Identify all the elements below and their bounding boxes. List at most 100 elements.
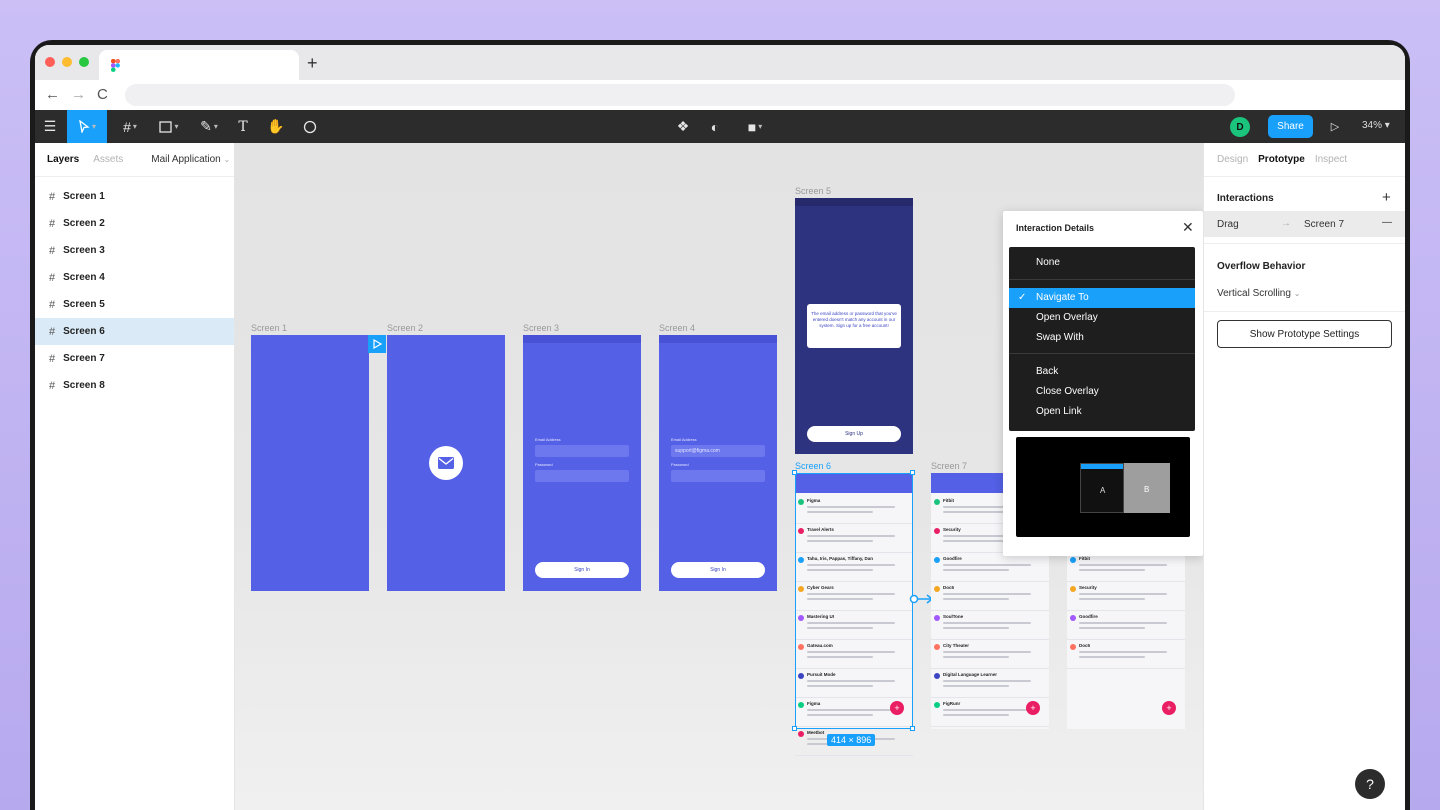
close-icon[interactable]: ✕ (1182, 219, 1194, 236)
email-field[interactable] (535, 445, 629, 457)
sign-in-button[interactable]: Sign In (535, 562, 629, 578)
present-play-icon[interactable]: ▷ (1327, 110, 1343, 143)
interaction-details-popup: Interaction Details ✕ None ✓ Navigate To … (1003, 211, 1203, 556)
tab-layers[interactable]: Layers (47, 154, 79, 165)
list-item[interactable]: Doc5 (1067, 640, 1185, 669)
resize-handle[interactable] (792, 726, 797, 731)
main-menu-icon[interactable]: ☰ (39, 110, 61, 143)
action-dropdown-menu: None ✓ Navigate To Open Overlay Swap With… (1009, 247, 1195, 431)
list-item[interactable]: Digital Language Learner (931, 669, 1049, 698)
right-panel-tabs: Design Prototype Inspect (1204, 143, 1405, 177)
selection-outline (795, 473, 913, 729)
maximize-window-button[interactable] (79, 57, 89, 67)
preview-line (943, 714, 1009, 716)
frame-screen-2[interactable] (387, 335, 505, 591)
contrast-icon[interactable]: ◐ (705, 110, 725, 143)
close-window-button[interactable] (45, 57, 55, 67)
move-tool-icon[interactable]: ▾ (67, 110, 107, 143)
resize-handle[interactable] (910, 726, 915, 731)
list-item[interactable]: Security (1067, 582, 1185, 611)
back-arrow-icon[interactable]: ← (45, 86, 60, 103)
list-item[interactable]: City Theater (931, 640, 1049, 669)
address-bar[interactable] (125, 84, 1235, 106)
menu-item-back[interactable]: Back (1009, 362, 1195, 382)
list-item[interactable]: SoulTone (931, 611, 1049, 640)
menu-item-close-overlay[interactable]: Close Overlay (1009, 382, 1195, 402)
preview-frame-b: B (1124, 463, 1170, 513)
preview-line (943, 651, 1031, 653)
prototype-start-icon[interactable] (368, 335, 386, 353)
password-field[interactable] (535, 470, 629, 482)
tab-prototype[interactable]: Prototype (1258, 154, 1305, 165)
list-item[interactable]: Goodfire (931, 553, 1049, 582)
sender-name: Fitbit (1079, 556, 1090, 561)
layer-screen-1[interactable]: # Screen 1 (35, 183, 234, 210)
layer-screen-4[interactable]: # Screen 4 (35, 264, 234, 291)
show-prototype-settings-button[interactable]: Show Prototype Settings (1217, 320, 1392, 348)
sign-up-button[interactable]: Sign Up (807, 426, 901, 442)
hand-tool-icon[interactable]: ✋ (265, 110, 287, 143)
divider (1204, 243, 1405, 244)
page-selector[interactable]: Mail Application ⌄ (151, 154, 230, 165)
reload-icon[interactable]: C (97, 86, 108, 103)
text-tool-icon[interactable]: T (233, 110, 253, 143)
trigger-label[interactable]: Drag (1217, 219, 1239, 230)
tab-inspect[interactable]: Inspect (1315, 154, 1347, 165)
resize-handle[interactable] (792, 470, 797, 475)
frame-screen-3[interactable]: Email Address Password Sign In (523, 335, 641, 591)
frame-screen-1[interactable] (251, 335, 369, 591)
menu-item-navigate-to[interactable]: ✓ Navigate To (1009, 288, 1195, 308)
minimize-window-button[interactable] (62, 57, 72, 67)
layer-screen-7[interactable]: # Screen 7 (35, 345, 234, 372)
list-item[interactable]: Goodfire (1067, 611, 1185, 640)
layer-screen-6[interactable]: # Screen 6 (35, 318, 234, 345)
layer-screen-2[interactable]: # Screen 2 (35, 210, 234, 237)
tab-assets[interactable]: Assets (93, 154, 123, 165)
pen-tool-icon[interactable]: ✎ ▾ (193, 110, 225, 143)
frame-screen-4[interactable]: Email Address support@figma.com Password… (659, 335, 777, 591)
zoom-dropdown[interactable]: 34% ▾ (1362, 120, 1390, 131)
frame-tool-icon[interactable]: # ▾ (115, 110, 145, 143)
boolean-ops-icon[interactable]: ■ ▾ (739, 110, 771, 143)
layer-screen-3[interactable]: # Screen 3 (35, 237, 234, 264)
help-button[interactable]: ? (1355, 769, 1385, 799)
sign-in-button[interactable]: Sign In (671, 562, 765, 578)
component-icon[interactable]: ❖ (673, 110, 693, 143)
shape-tool-icon[interactable]: ▾ (153, 110, 185, 143)
frame-label-screen-7[interactable]: Screen 7 (931, 461, 967, 471)
menu-item-swap-with[interactable]: Swap With (1009, 328, 1195, 348)
menu-item-open-link[interactable]: Open Link (1009, 402, 1195, 422)
resize-handle[interactable] (910, 470, 915, 475)
share-button[interactable]: Share (1268, 115, 1313, 138)
frame-screen-5[interactable]: The email address or password that you'v… (795, 198, 913, 454)
frame-label-screen-6[interactable]: Screen 6 (795, 461, 831, 471)
email-field[interactable]: support@figma.com (671, 445, 765, 457)
new-tab-icon[interactable]: + (307, 53, 318, 74)
frame-label-screen-3[interactable]: Screen 3 (523, 323, 559, 333)
add-interaction-icon[interactable]: + (1382, 189, 1391, 206)
frame-label-screen-4[interactable]: Screen 4 (659, 323, 695, 333)
menu-item-none[interactable]: None (1009, 253, 1195, 273)
list-item[interactable]: Doc5 (931, 582, 1049, 611)
menu-item-open-overlay[interactable]: Open Overlay (1009, 308, 1195, 328)
layer-screen-8[interactable]: # Screen 8 (35, 372, 234, 399)
password-field[interactable] (671, 470, 765, 482)
frame-icon: # (49, 271, 56, 284)
browser-tab[interactable] (99, 50, 299, 80)
list-item[interactable]: Fitbit (1067, 553, 1185, 582)
remove-interaction-icon[interactable]: — (1382, 217, 1392, 228)
compose-fab-icon[interactable]: + (1026, 701, 1040, 715)
frame-label-screen-1[interactable]: Screen 1 (251, 323, 287, 333)
comment-tool-icon[interactable] (299, 110, 321, 143)
avatar[interactable]: D (1230, 117, 1250, 137)
frame-label-screen-2[interactable]: Screen 2 (387, 323, 423, 333)
layer-screen-5[interactable]: # Screen 5 (35, 291, 234, 318)
interaction-row[interactable]: Drag → Screen 7 — (1204, 211, 1405, 237)
overflow-dropdown[interactable]: Vertical Scrolling ⌄ (1217, 288, 1300, 299)
compose-fab-icon[interactable]: + (1162, 701, 1176, 715)
destination-label[interactable]: Screen 7 (1304, 219, 1344, 230)
tab-design[interactable]: Design (1217, 154, 1248, 165)
preview-line (943, 622, 1031, 624)
frame-label-screen-5[interactable]: Screen 5 (795, 186, 831, 196)
forward-arrow-icon[interactable]: → (71, 86, 86, 103)
